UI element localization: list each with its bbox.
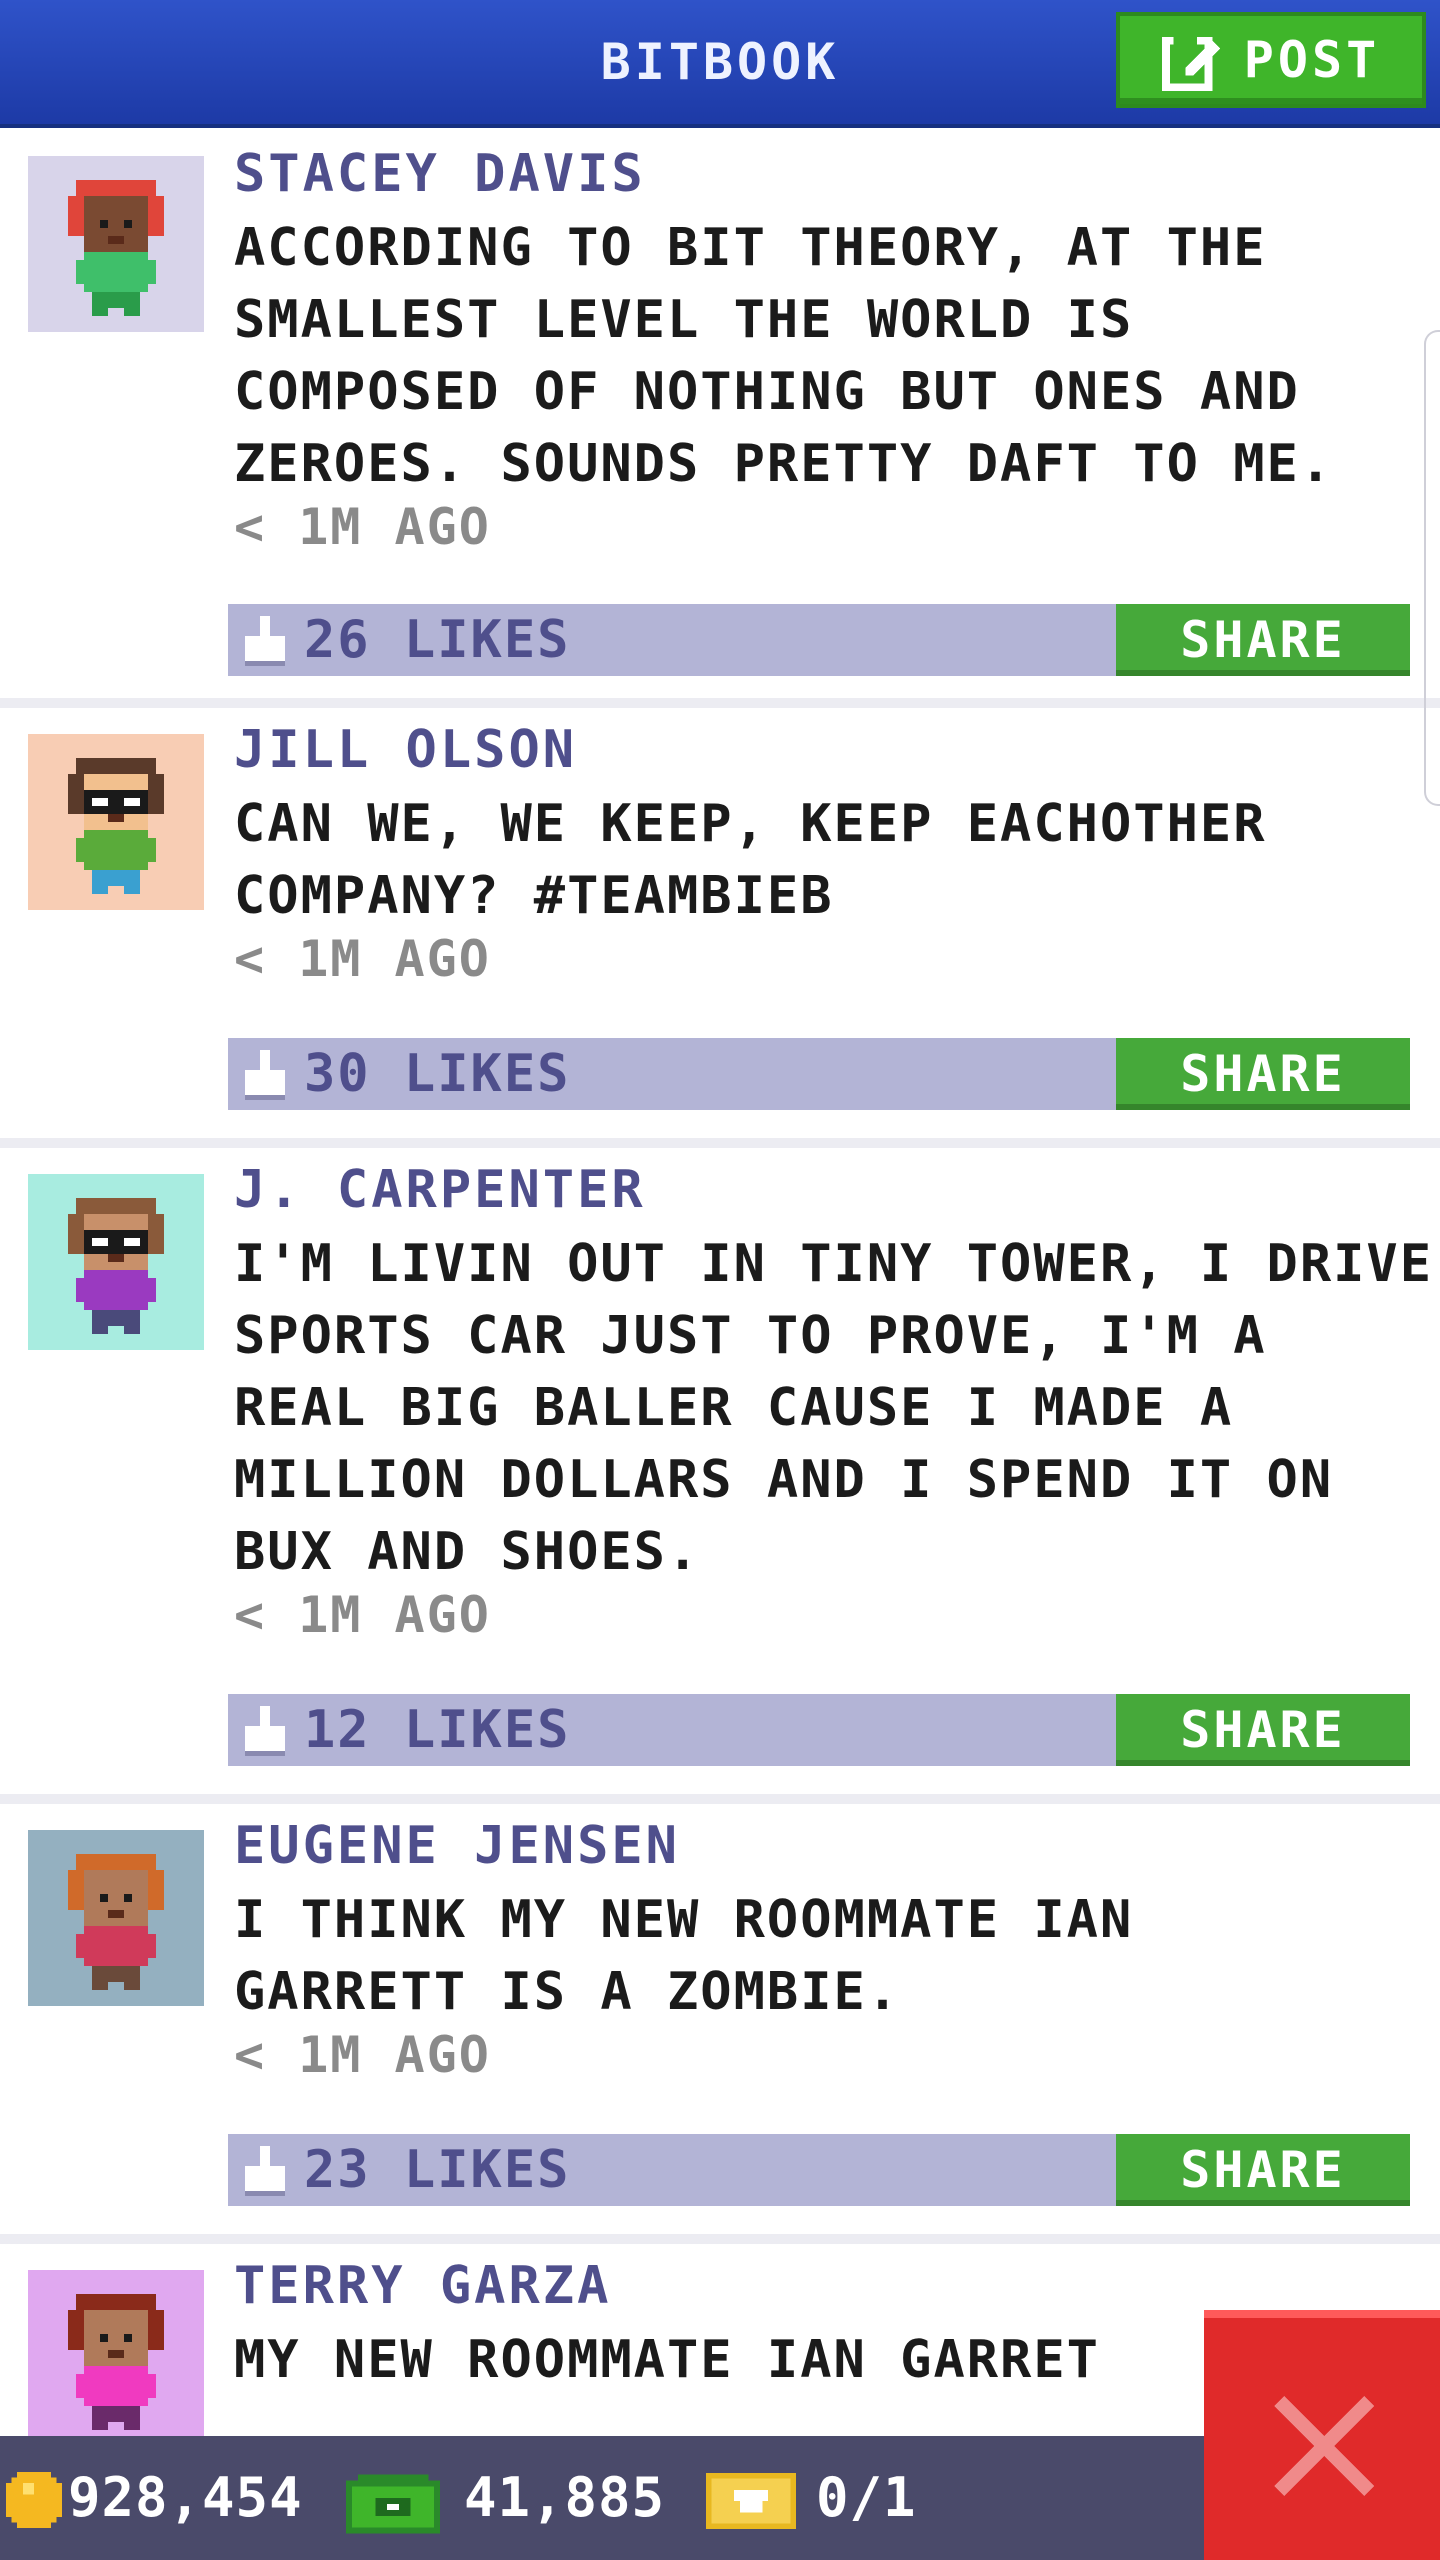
feed-post: STACEY DAVIS ACCORDING TO BIT THEORY, AT…	[0, 128, 1440, 708]
post-time: < 1M AGO	[234, 2026, 491, 2084]
avatar	[28, 1830, 204, 2006]
likes-bar: 12 LIKES SHARE	[228, 1694, 1410, 1766]
bux-icon	[346, 2474, 440, 2534]
post-text-line: ACCORDING TO BIT THEORY, AT THE	[234, 218, 1267, 278]
post-text-line: I'M LIVIN OUT IN TINY TOWER, I DRIVE A	[234, 1234, 1440, 1294]
like-icon[interactable]	[240, 2146, 290, 2196]
likes-count: 26 LIKES	[304, 610, 571, 670]
post-time: < 1M AGO	[234, 498, 491, 556]
likes-count: 30 LIKES	[304, 1044, 571, 1104]
feed-post: EUGENE JENSEN I THINK MY NEW ROOMMATE IA…	[0, 1804, 1440, 2244]
avatar	[28, 734, 204, 910]
post-author[interactable]: TERRY GARZA	[234, 2256, 611, 2316]
post-text: I'M LIVIN OUT IN TINY TOWER, I DRIVE A S…	[234, 1228, 1440, 1588]
post-text-line: MILLION DOLLARS AND I SPEND IT ON	[234, 1450, 1334, 1510]
post-text-line: COMPANY? #TEAMBIEB	[234, 866, 834, 926]
like-icon[interactable]	[240, 616, 290, 666]
post-text: CAN WE, WE KEEP, KEEP EACHOTHER COMPANY?…	[234, 788, 1424, 932]
likes-bar: 23 LIKES SHARE	[228, 2134, 1410, 2206]
scroll-indicator[interactable]	[1424, 330, 1440, 806]
top-bar: BITBOOK POST	[0, 0, 1440, 128]
likes-bar: 26 LIKES SHARE	[228, 604, 1410, 676]
post-time: < 1M AGO	[234, 930, 491, 988]
post-author[interactable]: J. CARPENTER	[234, 1160, 646, 1220]
post-label: POST	[1243, 31, 1381, 89]
post-text-line: SPORTS CAR JUST TO PROVE, I'M A	[234, 1306, 1267, 1366]
close-icon	[1274, 2396, 1374, 2496]
post-button[interactable]: POST	[1116, 12, 1426, 108]
post-author[interactable]: STACEY DAVIS	[234, 144, 646, 204]
share-button[interactable]: SHARE	[1116, 2134, 1410, 2206]
share-button[interactable]: SHARE	[1116, 1694, 1410, 1766]
post-text: I THINK MY NEW ROOMMATE IAN GARRETT IS A…	[234, 1884, 1424, 2028]
edit-icon	[1161, 36, 1220, 91]
post-text-line: COMPOSED OF NOTHING BUT ONES AND	[234, 362, 1300, 422]
share-button[interactable]: SHARE	[1116, 1038, 1410, 1110]
like-icon[interactable]	[240, 1706, 290, 1756]
feed-post: JILL OLSON CAN WE, WE KEEP, KEEP EACHOTH…	[0, 708, 1440, 1148]
avatar	[28, 2270, 204, 2446]
post-text-line: BUX AND SHOES.	[234, 1522, 701, 1582]
post-author[interactable]: JILL OLSON	[234, 720, 577, 780]
post-text-line: I THINK MY NEW ROOMMATE IAN	[234, 1890, 1134, 1950]
post-text: ACCORDING TO BIT THEORY, AT THE SMALLEST…	[234, 212, 1424, 500]
likes-count: 23 LIKES	[304, 2140, 571, 2200]
avatar	[28, 156, 204, 332]
post-text-line: GARRETT IS A ZOMBIE.	[234, 1962, 901, 2022]
close-button[interactable]	[1204, 2310, 1440, 2560]
avatar	[28, 1174, 204, 1350]
coin-icon	[6, 2472, 62, 2528]
share-button[interactable]: SHARE	[1116, 604, 1410, 676]
feed-list: STACEY DAVIS ACCORDING TO BIT THEORY, AT…	[0, 128, 1440, 2544]
tickets-count: 0/1	[816, 2466, 917, 2529]
post-text-line: CAN WE, WE KEEP, KEEP EACHOTHER	[234, 794, 1267, 854]
likes-bar: 30 LIKES SHARE	[228, 1038, 1410, 1110]
likes-count: 12 LIKES	[304, 1700, 571, 1760]
bux-count: 41,885	[464, 2466, 666, 2529]
post-text-line: ZEROES. SOUNDS PRETTY DAFT TO ME.	[234, 434, 1334, 494]
post-text-line: REAL BIG BALLER CAUSE I MADE A	[234, 1378, 1234, 1438]
feed-post: J. CARPENTER I'M LIVIN OUT IN TINY TOWER…	[0, 1148, 1440, 1804]
ticket-icon	[706, 2472, 796, 2530]
coins-count: 928,454	[68, 2466, 303, 2529]
like-icon[interactable]	[240, 1050, 290, 1100]
post-author[interactable]: EUGENE JENSEN	[234, 1816, 680, 1876]
post-time: < 1M AGO	[234, 1586, 491, 1644]
post-text-line: SMALLEST LEVEL THE WORLD IS	[234, 290, 1134, 350]
